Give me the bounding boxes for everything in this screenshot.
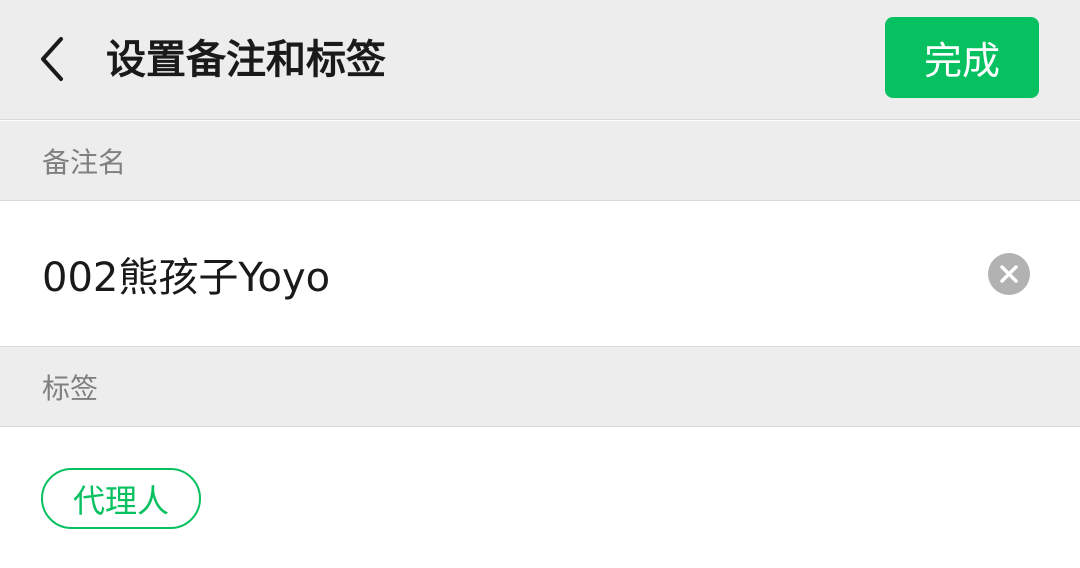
back-button[interactable] bbox=[22, 26, 82, 92]
set-remark-and-tags-screen: 设置备注和标签 完成 备注名 标签 代理人 bbox=[0, 0, 1080, 568]
page-title: 设置备注和标签 bbox=[106, 37, 386, 83]
remark-section-label: 备注名 bbox=[0, 121, 1080, 201]
chevron-left-icon bbox=[41, 37, 63, 81]
remark-row bbox=[0, 202, 1080, 345]
clear-circle-icon bbox=[1000, 265, 1018, 283]
clear-button[interactable] bbox=[988, 253, 1030, 295]
remark-input[interactable] bbox=[42, 238, 962, 310]
header-bar: 设置备注和标签 完成 bbox=[0, 0, 1080, 120]
tags-area: 代理人 bbox=[0, 428, 1080, 568]
tag-chip[interactable]: 代理人 bbox=[41, 468, 202, 529]
done-button[interactable]: 完成 bbox=[885, 17, 1039, 98]
tags-section-label: 标签 bbox=[0, 346, 1080, 427]
